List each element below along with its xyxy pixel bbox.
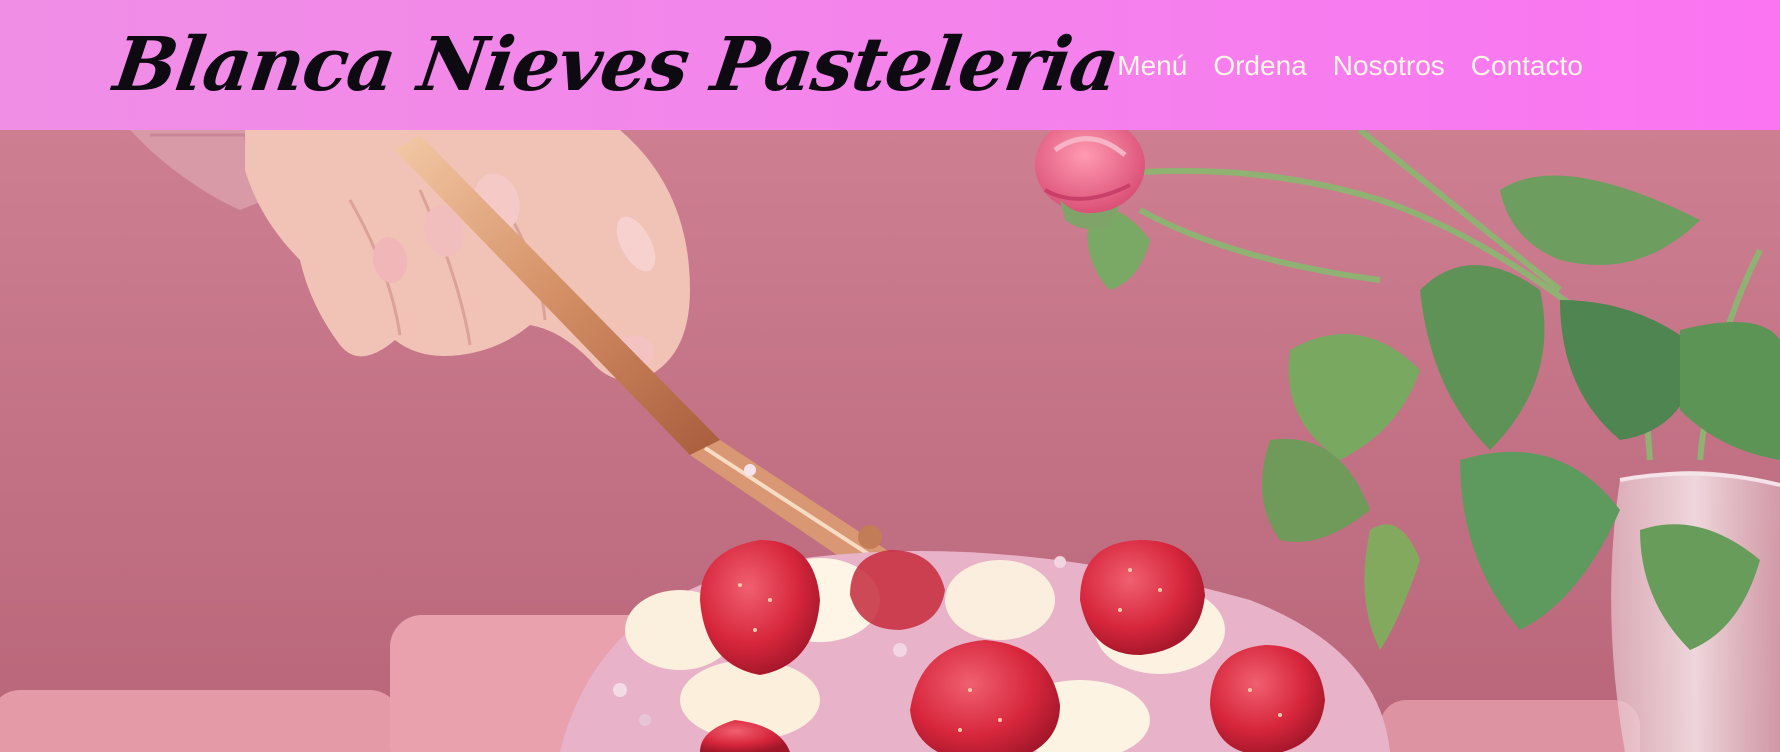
brand-logo-text[interactable]: Blanca Nieves Pasteleria [109, 22, 1123, 108]
hero-image [0, 130, 1780, 752]
nav-link-contacto[interactable]: Contacto [1471, 50, 1583, 82]
nav-link-nosotros[interactable]: Nosotros [1333, 50, 1445, 82]
nav-link-menu[interactable]: Menú [1117, 50, 1187, 82]
main-nav: Menú Ordena Nosotros Contacto [1117, 48, 1583, 82]
site-header: Blanca Nieves Pasteleria Menú Ordena Nos… [0, 0, 1780, 130]
cake-cutting-illustration [0, 130, 1780, 752]
nav-link-ordena[interactable]: Ordena [1213, 50, 1306, 82]
